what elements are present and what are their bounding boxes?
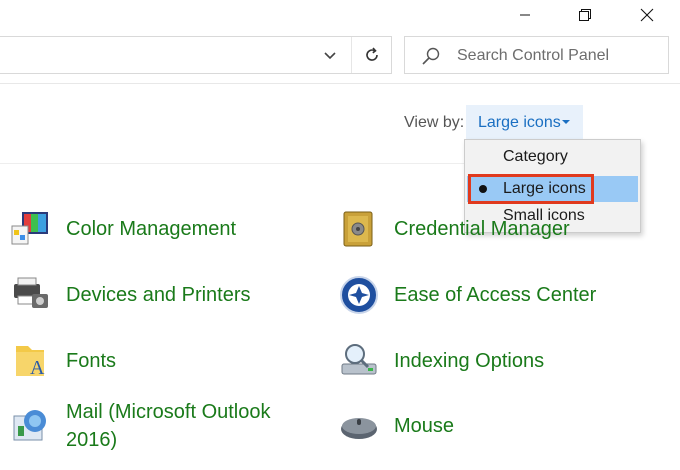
search-icon	[422, 47, 440, 65]
caret-down-icon	[562, 120, 570, 124]
svg-text:A: A	[30, 357, 45, 379]
credential-manager-icon	[338, 208, 380, 250]
cp-item-label: Fonts	[66, 350, 117, 372]
view-by-value: Large icons	[478, 114, 561, 131]
refresh-icon	[366, 47, 378, 61]
cp-item-label: Ease of Access Center	[394, 284, 597, 306]
cp-item-devices-printers[interactable]: Devices and Printers	[10, 274, 251, 316]
cp-item-fonts[interactable]: A Fonts	[10, 340, 116, 382]
mouse-icon	[338, 405, 380, 447]
address-separator	[351, 37, 352, 73]
cp-item-label: Indexing Options	[394, 350, 545, 372]
cp-item-mouse[interactable]: Mouse	[338, 405, 454, 447]
view-by-dropdown[interactable]: Large icons	[466, 105, 583, 139]
cp-item-indexing-options[interactable]: Indexing Options	[338, 340, 544, 382]
ease-of-access-icon	[338, 274, 380, 316]
refresh-button[interactable]	[355, 40, 389, 70]
restore-icon	[579, 9, 591, 21]
cp-item-color-management[interactable]: Color Management	[10, 208, 236, 250]
annotation-highlight-box	[468, 174, 594, 204]
cp-item-label: Devices and Printers	[66, 284, 251, 306]
minimize-icon	[520, 14, 530, 16]
color-management-icon	[10, 208, 52, 250]
menu-item-category[interactable]: Category	[467, 144, 638, 170]
title-bar	[0, 0, 680, 30]
fonts-icon: A	[10, 340, 52, 382]
search-box[interactable]: Search Control Panel	[404, 36, 669, 74]
indexing-options-icon	[338, 340, 380, 382]
cp-item-label: Color Management	[66, 218, 237, 240]
divider	[0, 83, 680, 84]
cp-item-label: Mouse	[394, 415, 455, 437]
menu-item-label: Category	[503, 148, 568, 165]
close-button[interactable]	[624, 0, 670, 30]
address-bar[interactable]	[0, 36, 392, 74]
cp-item-credential-manager[interactable]: Credential Manager	[338, 208, 570, 250]
restore-button[interactable]	[562, 0, 608, 30]
address-history-button[interactable]	[318, 45, 342, 67]
view-by-label: View by:	[404, 114, 465, 131]
cp-item-label: Mail (Microsoft Outlook 2016)	[66, 401, 271, 451]
search-input[interactable]: Search Control Panel	[457, 47, 609, 65]
divider	[0, 163, 465, 164]
devices-printers-icon	[10, 274, 52, 316]
chevron-down-icon	[324, 52, 336, 60]
cp-item-label: Credential Manager	[394, 218, 570, 240]
mail-icon	[10, 404, 52, 446]
cp-item-mail[interactable]: Mail (Microsoft Outlook 2016)	[10, 398, 306, 454]
cp-item-ease-of-access[interactable]: Ease of Access Center	[338, 274, 596, 316]
minimize-button[interactable]	[502, 0, 548, 30]
close-icon	[640, 8, 654, 22]
